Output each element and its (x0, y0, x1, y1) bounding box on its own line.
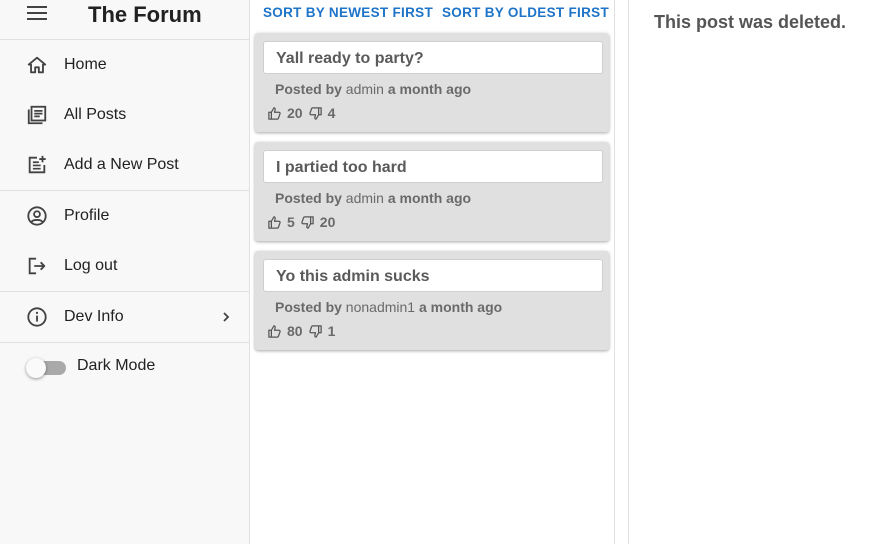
sidebar-item-label: Add a New Post (64, 156, 179, 173)
dark-mode-label: Dark Mode (77, 357, 156, 374)
thumb-up-icon[interactable] (267, 106, 282, 121)
dark-mode-row: Dark Mode (0, 343, 249, 391)
vote-bar: 5 20 (267, 212, 340, 232)
post-time: a month ago (387, 190, 472, 206)
thumb-up-icon[interactable] (267, 324, 282, 339)
post-time: a month ago (418, 299, 503, 315)
vote-bar: 20 4 (267, 103, 340, 123)
sidebar-item-add-post[interactable]: Add a New Post (0, 140, 249, 190)
post-meta: Posted by admin a month ago (275, 81, 471, 97)
app-root: The Forum Home All Posts Add a New Post … (0, 0, 881, 544)
post-add-icon (28, 155, 46, 174)
thumb-up-icon[interactable] (267, 215, 282, 230)
sidebar-item-label: Dev Info (64, 308, 124, 325)
chevron-right-icon (223, 312, 230, 322)
sidebar-item-dev-info[interactable]: Dev Info (0, 292, 249, 342)
sidebar-item-label: All Posts (64, 106, 127, 123)
downvote-count: 20 (319, 214, 336, 230)
thumb-down-icon[interactable] (308, 324, 323, 339)
posted-by-label: Posted by (275, 190, 342, 206)
sidebar-item-all-posts[interactable]: All Posts (0, 90, 249, 140)
home-icon (27, 56, 47, 74)
nav-group-account: Profile Log out (0, 191, 249, 292)
posted-by-label: Posted by (275, 81, 342, 97)
upvote-count: 20 (287, 105, 303, 121)
post-title-box[interactable]: Yall ready to party? (263, 41, 603, 74)
account-circle-icon (27, 206, 47, 226)
menu-icon[interactable] (27, 6, 47, 22)
post-title: I partied too hard (276, 159, 407, 176)
post-time: a month ago (387, 81, 472, 97)
posted-by-label: Posted by (275, 299, 342, 315)
sort-bar: SORT BY NEWEST FIRST SORT BY OLDEST FIRS… (250, 0, 614, 28)
post-author[interactable]: nonadmin1 (346, 299, 415, 315)
dark-mode-toggle[interactable] (26, 358, 66, 378)
post-detail-panel: This post was deleted. (628, 0, 881, 544)
info-icon (27, 307, 47, 327)
post-card[interactable]: I partied too hard Posted by admin a mon… (255, 142, 609, 241)
post-title-box[interactable]: I partied too hard (263, 150, 603, 183)
sort-newest-button[interactable]: SORT BY NEWEST FIRST (263, 5, 433, 20)
sidebar-item-logout[interactable]: Log out (0, 241, 249, 291)
post-meta: Posted by admin a month ago (275, 190, 471, 206)
sidebar-item-profile[interactable]: Profile (0, 191, 249, 241)
upvote-count: 5 (287, 214, 295, 230)
sort-oldest-button[interactable]: SORT BY OLDEST FIRST (442, 5, 609, 20)
list-icon (27, 105, 47, 125)
sidebar: The Forum Home All Posts Add a New Post … (0, 0, 250, 544)
post-card[interactable]: Yall ready to party? Posted by admin a m… (255, 33, 609, 132)
downvote-count: 4 (327, 105, 336, 121)
downvote-count: 1 (327, 323, 336, 339)
thumb-down-icon[interactable] (308, 106, 323, 121)
post-title-box[interactable]: Yo this admin sucks (263, 259, 603, 292)
toggle-knob (26, 358, 46, 378)
nav-group-dev: Dev Info (0, 292, 249, 343)
app-title: The Forum (88, 2, 202, 27)
nav-group-primary: Home All Posts Add a New Post (0, 40, 249, 191)
sidebar-item-label: Home (64, 56, 107, 73)
deleted-message: This post was deleted. (654, 12, 847, 32)
sidebar-header: The Forum (0, 0, 249, 40)
sidebar-item-label: Profile (64, 207, 110, 224)
post-card[interactable]: Yo this admin sucks Posted by nonadmin1 … (255, 251, 609, 350)
post-meta: Posted by nonadmin1 a month ago (275, 299, 502, 315)
upvote-count: 80 (287, 323, 303, 339)
post-author[interactable]: admin (346, 190, 384, 206)
vote-bar: 80 1 (267, 321, 340, 341)
post-title: Yo this admin sucks (276, 268, 430, 285)
post-author[interactable]: admin (346, 81, 384, 97)
sidebar-item-label: Log out (64, 257, 118, 274)
sidebar-item-home[interactable]: Home (0, 40, 249, 90)
logout-icon (28, 257, 46, 275)
post-title: Yall ready to party? (276, 50, 424, 67)
thumb-down-icon[interactable] (300, 215, 315, 230)
posts-column: SORT BY NEWEST FIRST SORT BY OLDEST FIRS… (250, 0, 615, 544)
